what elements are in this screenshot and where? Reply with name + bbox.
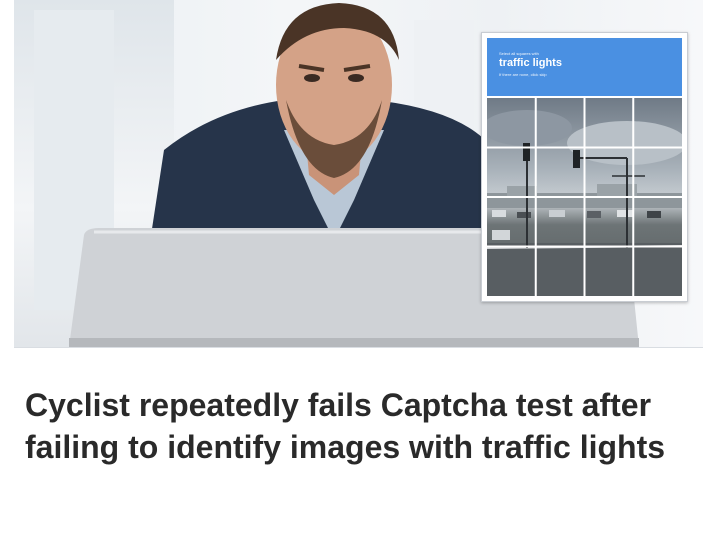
captcha-image-grid[interactable] bbox=[487, 98, 682, 296]
article-headline[interactable]: Cyclist repeatedly fails Captcha test af… bbox=[25, 384, 705, 468]
article-photo: Select all squares with traffic lights I… bbox=[14, 0, 703, 348]
captcha-header: Select all squares with traffic lights I… bbox=[487, 38, 682, 96]
captcha-prompt-sub: If there are none, click skip bbox=[499, 72, 547, 77]
captcha-widget: Select all squares with traffic lights I… bbox=[481, 32, 688, 302]
captcha-prompt-pre: Select all squares with bbox=[499, 51, 539, 56]
traffic-scene-image bbox=[487, 98, 682, 296]
captcha-target-label: traffic lights bbox=[499, 57, 562, 69]
